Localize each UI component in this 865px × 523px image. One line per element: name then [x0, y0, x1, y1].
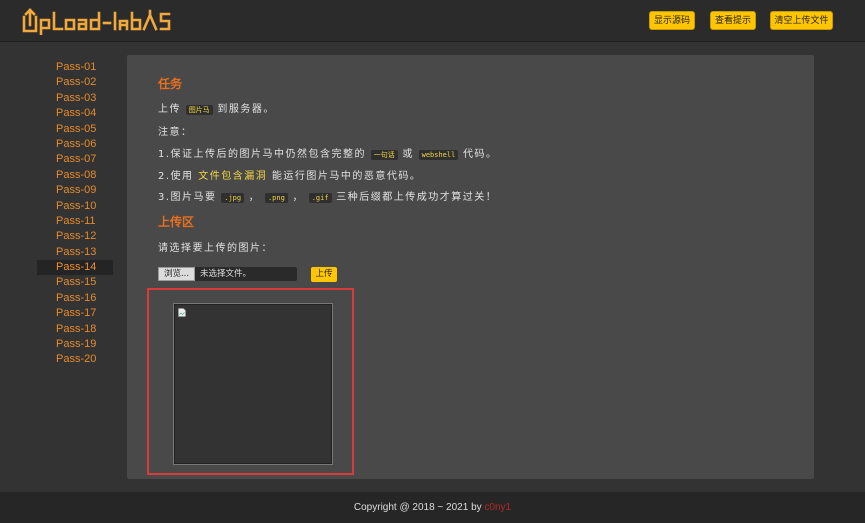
- sidebar-item-pass-16[interactable]: Pass-16: [37, 291, 113, 306]
- one-liner-code: 一句话: [370, 150, 398, 160]
- rule-2-text-b: 能运行图片马中的恶意代码。: [271, 171, 422, 182]
- sidebar-item-pass-08[interactable]: Pass-08: [37, 168, 113, 183]
- sidebar-item-pass-13[interactable]: Pass-13: [37, 245, 113, 260]
- gif-code: .gif: [308, 193, 332, 203]
- sidebar-item-pass-15[interactable]: Pass-15: [37, 275, 113, 290]
- rule-1: 1.保证上传后的图片马中仍然包含完整的 一句话 或 webshell 代码。: [158, 145, 498, 160]
- main-panel: 任务 上传 图片马 到服务器。 注意： 1.保证上传后的图片马中仍然包含完整的 …: [127, 55, 814, 479]
- uploaded-image-preview: [173, 303, 333, 465]
- sidebar-nav: Pass-01 Pass-02 Pass-03 Pass-04 Pass-05 …: [37, 60, 113, 368]
- preview-frame: [147, 288, 354, 475]
- rule-1-text-b: 或: [402, 149, 414, 160]
- image-horse-code: 图片马: [185, 105, 213, 115]
- task-line-1-suffix: 到服务器。: [217, 104, 275, 115]
- sidebar-item-pass-07[interactable]: Pass-07: [37, 152, 113, 167]
- sidebar-item-pass-19[interactable]: Pass-19: [37, 337, 113, 352]
- footer: Copyright @ 2018 ~ 2021 by c0ny1: [0, 492, 865, 523]
- sidebar-item-pass-11[interactable]: Pass-11: [37, 214, 113, 229]
- sidebar-item-pass-03[interactable]: Pass-03: [37, 91, 113, 106]
- sidebar-item-pass-06[interactable]: Pass-06: [37, 137, 113, 152]
- upload-heading: 上传区: [158, 215, 195, 229]
- rule-1-text-a: 1.保证上传后的图片马中仍然包含完整的: [158, 149, 367, 160]
- upload-button[interactable]: 上传: [311, 267, 337, 282]
- clear-uploads-button[interactable]: 清空上传文件: [770, 11, 833, 30]
- jpg-code: .jpg: [221, 193, 245, 203]
- broken-image-icon: [178, 308, 186, 317]
- sidebar-item-pass-18[interactable]: Pass-18: [37, 322, 113, 337]
- copyright-text: Copyright @ 2018 ~ 2021 by: [353, 502, 485, 513]
- webshell-code: webshell: [418, 150, 459, 160]
- sidebar-item-pass-05[interactable]: Pass-05: [37, 122, 113, 137]
- sidebar-item-pass-09[interactable]: Pass-09: [37, 183, 113, 198]
- top-header: 显示源码 查看提示 清空上传文件: [0, 0, 865, 42]
- task-heading: 任务: [158, 77, 183, 91]
- sidebar-item-pass-17[interactable]: Pass-17: [37, 306, 113, 321]
- rule-1-text-c: 代码。: [463, 149, 498, 160]
- rule-3: 3.图片马要 .jpg ， .png ， .gif 三种后缀都上传成功才算过关！: [158, 188, 497, 203]
- task-line-1: 上传 图片马 到服务器。: [158, 100, 275, 115]
- browse-button[interactable]: 浏览...: [158, 267, 195, 281]
- sidebar-item-pass-01[interactable]: Pass-01: [37, 60, 113, 75]
- sidebar-item-pass-10[interactable]: Pass-10: [37, 199, 113, 214]
- upload-labs-logo[interactable]: [22, 7, 172, 35]
- file-input[interactable]: 浏览... 未选择文件。: [158, 267, 297, 281]
- show-hint-button[interactable]: 查看提示: [710, 11, 756, 30]
- rule-3-text-b: 三种后缀都上传成功才算过关！: [336, 192, 498, 203]
- sidebar-item-pass-20[interactable]: Pass-20: [37, 352, 113, 367]
- rule-2: 2.使用 文件包含漏洞 能运行图片马中的恶意代码。: [158, 167, 421, 182]
- file-inclusion-link[interactable]: 文件包含漏洞: [198, 171, 267, 182]
- sidebar-item-pass-02[interactable]: Pass-02: [37, 75, 113, 90]
- note-label: 注意：: [158, 127, 193, 138]
- author-link[interactable]: c0ny1: [484, 502, 511, 513]
- rule-3-text-a: 3.图片马要: [158, 192, 217, 203]
- rule-2-text-a: 2.使用: [158, 171, 194, 182]
- task-line-1-prefix: 上传: [158, 104, 181, 115]
- no-file-label: 未选择文件。: [200, 269, 252, 279]
- show-source-button[interactable]: 显示源码: [649, 11, 695, 30]
- sidebar-item-pass-14[interactable]: Pass-14: [37, 260, 113, 276]
- upload-prompt: 请选择要上传的图片：: [158, 243, 273, 254]
- sidebar-item-pass-12[interactable]: Pass-12: [37, 229, 113, 244]
- rule-3-sep-1: ，: [248, 192, 261, 203]
- sidebar-item-pass-04[interactable]: Pass-04: [37, 106, 113, 121]
- png-code: .png: [264, 193, 288, 203]
- rule-3-sep-2: ，: [292, 192, 305, 203]
